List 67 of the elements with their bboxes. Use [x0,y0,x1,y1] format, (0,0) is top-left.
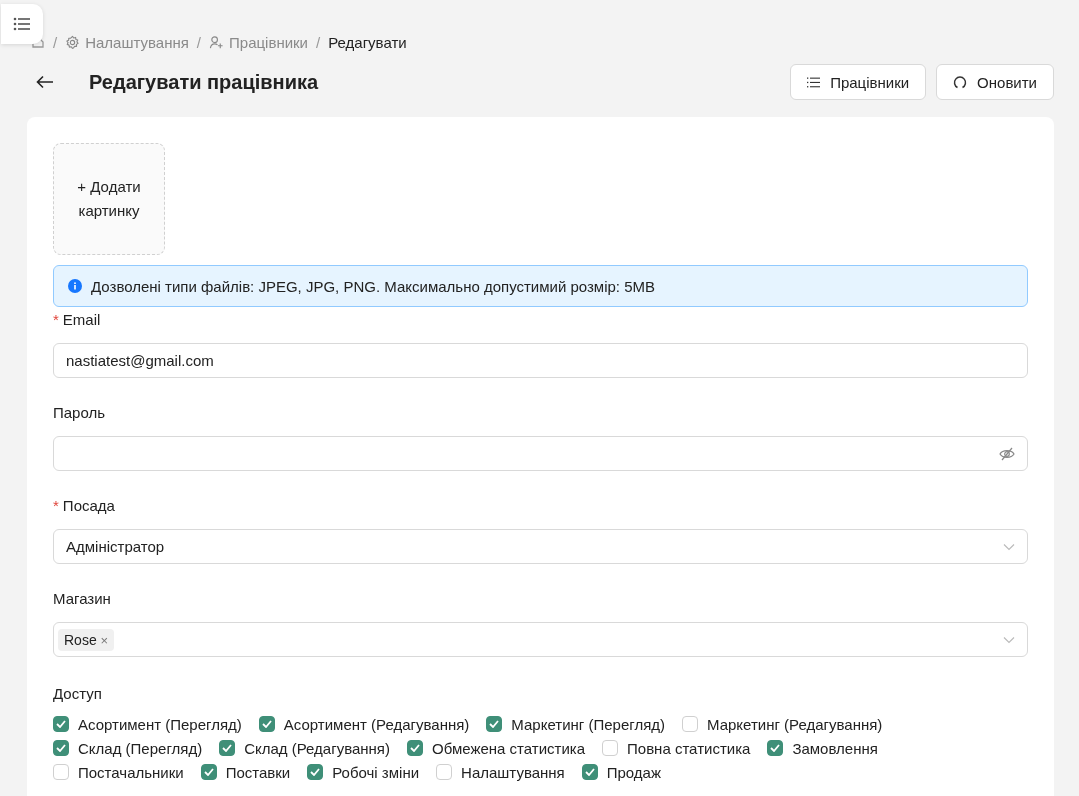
permission-checkbox[interactable]: Налаштування [436,763,565,781]
breadcrumb-separator: / [53,33,58,51]
permission-checkbox[interactable]: Робочі зміни [307,763,420,781]
chevron-down-icon [1003,542,1015,551]
field-label: Пароль [53,404,106,423]
permission-checkbox[interactable]: Маркетинг (Редагування) [682,715,883,733]
menu-icon [13,17,31,31]
check-icon [584,768,595,776]
chevron-down-icon [1003,635,1015,644]
permission-checkbox[interactable]: Постачальники [53,763,184,781]
permission-checkbox[interactable]: Поставки [200,763,291,781]
permission-checkbox[interactable]: Склад (Редагування) [219,739,390,757]
refresh-icon [953,75,968,89]
checkbox[interactable] [53,740,69,756]
menu-button[interactable] [1,4,43,44]
checkbox[interactable] [407,740,423,756]
list-icon [807,76,821,88]
eye-slash-icon[interactable] [999,446,1015,461]
breadcrumb-separator: / [196,33,202,51]
gear-icon [65,34,81,50]
check-icon [770,744,781,752]
check-icon [310,768,321,776]
tag-remove-button[interactable]: × [100,633,109,648]
check-icon [56,720,66,728]
store-select[interactable]: Rose × [53,622,1028,657]
required-mark: * [53,311,59,330]
permission-checkbox[interactable]: Асортимент (Редагування) [258,715,470,733]
check-icon [489,720,500,728]
check-icon [203,768,214,776]
field-label: Доступ [53,685,102,704]
store-tag: Rose × [58,629,115,651]
checkbox[interactable] [219,740,236,756]
checkbox[interactable] [307,764,324,780]
checkbox[interactable] [258,716,275,732]
checkbox[interactable] [53,716,69,732]
header-button[interactable]: Оновити [936,64,1054,100]
field-label: Посада [62,497,115,516]
email-field[interactable]: nastiatest@gmail.com [53,343,1028,378]
checkbox[interactable] [767,740,784,756]
checkbox[interactable] [581,764,598,780]
header-button[interactable]: Працівники [790,64,927,100]
check-icon [56,744,66,752]
check-icon [261,720,272,728]
breadcrumb-item: Редагувати [328,33,407,51]
password-field[interactable] [53,436,1028,471]
permission-checkbox[interactable]: Продаж [581,763,661,781]
users-icon [209,34,225,50]
field-label: Магазин [53,590,111,609]
required-mark: * [53,497,59,516]
page-title: Редагувати працівника [89,70,319,94]
check-icon [222,744,233,752]
permission-checkbox[interactable]: Повна статистика [602,739,751,757]
position-select[interactable]: Адміністратор [53,529,1028,564]
permission-checkbox[interactable]: Замовлення [767,739,878,757]
breadcrumb-separator: / [316,33,321,51]
permission-checkbox[interactable]: Маркетинг (Перегляд) [486,715,665,733]
back-arrow-icon[interactable] [36,75,54,89]
check-icon [410,744,420,752]
checkbox[interactable] [200,764,217,780]
permission-checkbox[interactable]: Асортимент (Перегляд) [53,715,242,733]
image-upload-button[interactable]: + Додати картинку [53,143,165,255]
checkbox[interactable] [486,716,503,732]
info-text: Дозволені типи файлів: JPEG, JPG, PNG. Максимально допустимий розмір: 5MB [91,277,656,295]
permission-checkbox[interactable]: Склад (Перегляд) [53,739,203,757]
permission-checkbox[interactable]: Обмежена статистика [407,739,586,757]
info-icon [68,279,82,293]
field-label: Email [62,311,101,330]
